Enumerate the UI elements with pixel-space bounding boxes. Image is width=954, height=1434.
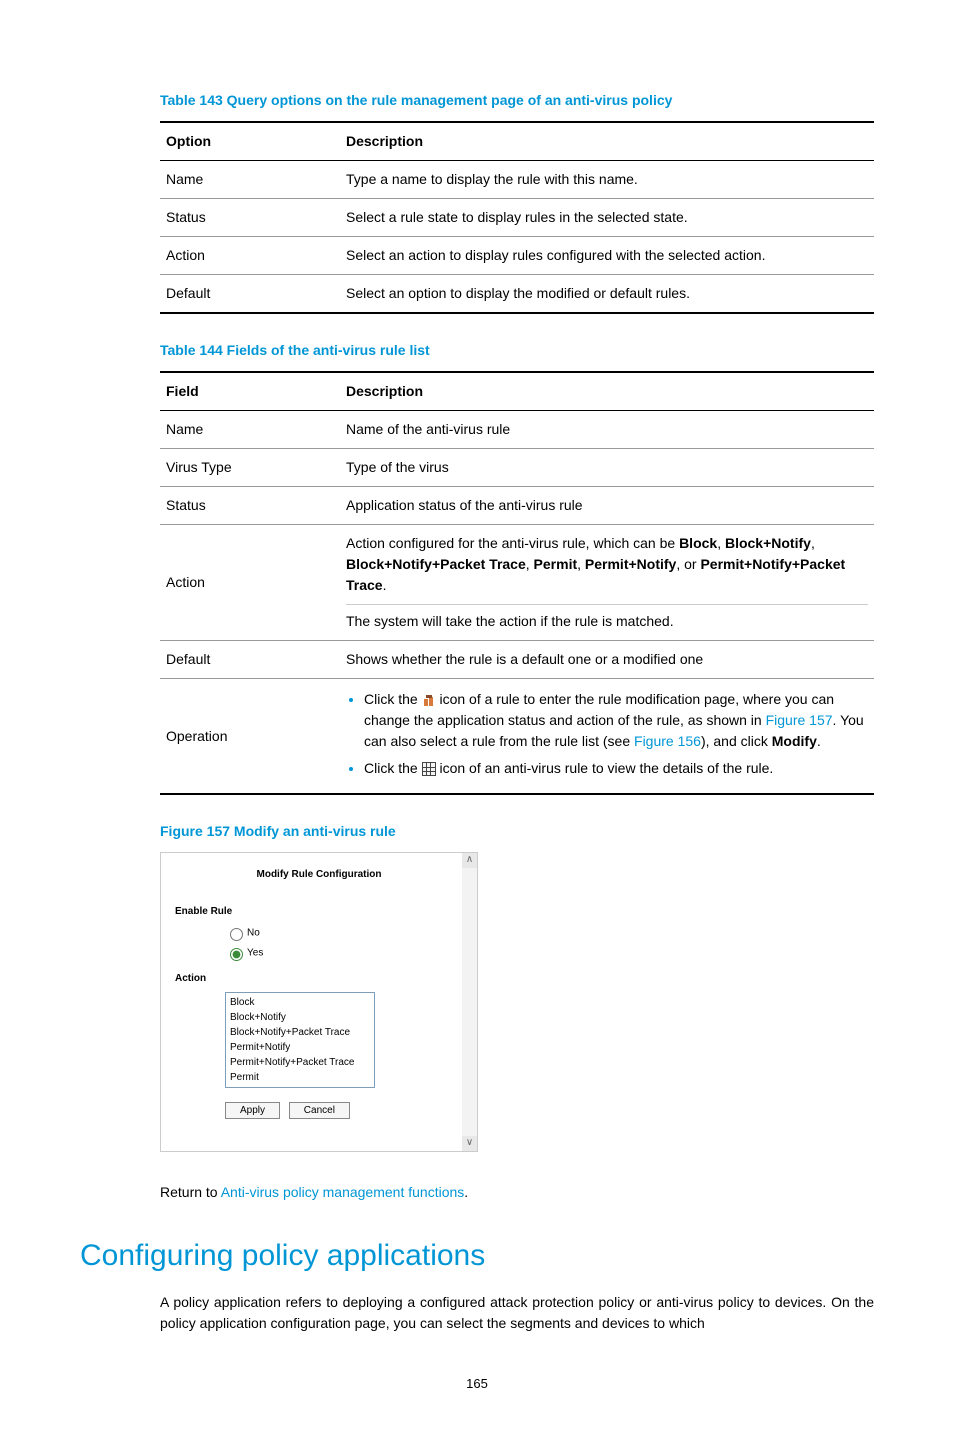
- table144-h1: Description: [340, 372, 874, 411]
- table144: Field Description NameName of the anti-v…: [160, 371, 874, 795]
- option[interactable]: Block: [228, 995, 372, 1010]
- table143: Option Description NameType a name to di…: [160, 121, 874, 314]
- table-row: DefaultShows whether the rule is a defau…: [160, 641, 874, 679]
- figure157-link[interactable]: Figure 157: [766, 712, 833, 728]
- body-paragraph: A policy application refers to deploying…: [160, 1292, 874, 1334]
- table-row: StatusSelect a rule state to display rul…: [160, 199, 874, 237]
- action-select[interactable]: Block Block+Notify Block+Notify+Packet T…: [225, 992, 375, 1088]
- return-link[interactable]: Anti-virus policy management functions: [221, 1184, 465, 1200]
- table-row: Operation Click the icon of a rule to en…: [160, 679, 874, 795]
- option[interactable]: Block+Notify: [228, 1010, 372, 1025]
- page-number: 165: [80, 1374, 874, 1394]
- apply-button[interactable]: Apply: [225, 1102, 280, 1119]
- enable-rule-label: Enable Rule: [175, 904, 463, 919]
- figure157-caption: Figure 157 Modify an anti-virus rule: [160, 821, 874, 842]
- scroll-up-icon[interactable]: ∧: [462, 853, 477, 868]
- table-row: ActionSelect an action to display rules …: [160, 237, 874, 275]
- action-desc-p1: Action configured for the anti-virus rul…: [346, 533, 868, 605]
- modify-icon: [422, 693, 436, 707]
- cancel-button[interactable]: Cancel: [289, 1102, 350, 1119]
- option[interactable]: Permit+Notify+Packet Trace: [228, 1055, 372, 1070]
- section-heading: Configuring policy applications: [80, 1233, 874, 1278]
- table144-caption: Table 144 Fields of the anti-virus rule …: [160, 340, 874, 361]
- option[interactable]: Permit+Notify: [228, 1040, 372, 1055]
- enable-yes-radio[interactable]: [230, 948, 243, 961]
- table143-h1: Description: [340, 122, 874, 161]
- option[interactable]: Permit: [228, 1070, 372, 1085]
- modify-rule-panel: ∧ ∨ Modify Rule Configuration Enable Rul…: [160, 852, 478, 1152]
- table-row: NameName of the anti-virus rule: [160, 411, 874, 449]
- action-desc-p2: The system will take the action if the r…: [346, 611, 868, 632]
- table-row: DefaultSelect an option to display the m…: [160, 275, 874, 314]
- table143-h0: Option: [160, 122, 340, 161]
- return-line: Return to Anti-virus policy management f…: [160, 1182, 874, 1203]
- operation-bullet-2: Click the icon of an anti-virus rule to …: [364, 758, 868, 779]
- table-row: StatusApplication status of the anti-vir…: [160, 487, 874, 525]
- operation-bullet-1: Click the icon of a rule to enter the ru…: [364, 689, 868, 752]
- table144-h0: Field: [160, 372, 340, 411]
- figure156-link[interactable]: Figure 156: [634, 733, 701, 749]
- details-icon: [422, 762, 436, 776]
- table-row: Action Action configured for the anti-vi…: [160, 525, 874, 641]
- scrollbar[interactable]: [462, 868, 477, 1136]
- table-row: NameType a name to display the rule with…: [160, 161, 874, 199]
- scroll-down-icon[interactable]: ∨: [462, 1136, 477, 1151]
- table-row: Virus TypeType of the virus: [160, 449, 874, 487]
- action-label: Action: [175, 971, 463, 986]
- option[interactable]: Block+Notify+Packet Trace: [228, 1025, 372, 1040]
- panel-title: Modify Rule Configuration: [175, 867, 463, 882]
- enable-no-radio[interactable]: [230, 928, 243, 941]
- table143-caption: Table 143 Query options on the rule mana…: [160, 90, 874, 111]
